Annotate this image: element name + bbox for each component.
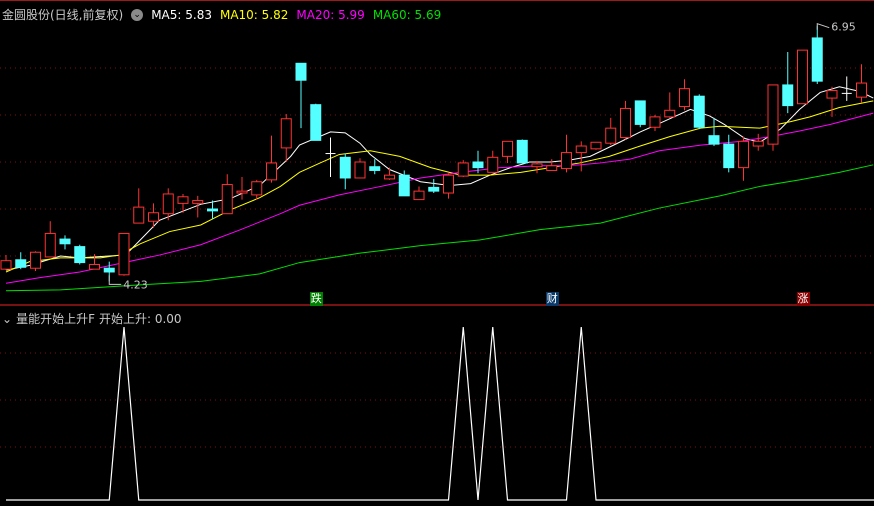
marker-cai[interactable]: 财 (545, 292, 559, 306)
candle-body (162, 193, 174, 215)
ma10-label: MA10: 5.82 (219, 7, 289, 22)
candle-body (738, 140, 749, 169)
candle-body (826, 90, 838, 99)
candle-body (74, 246, 86, 264)
candle-body (354, 161, 366, 179)
ma5-label: MA5: 5.83 (151, 7, 212, 22)
candle-body (266, 162, 277, 181)
candle-body (649, 116, 661, 128)
candle-body (443, 174, 454, 194)
candle-body (295, 62, 307, 81)
candle-body (693, 95, 705, 128)
candle-body (221, 184, 233, 215)
candle-body (634, 100, 646, 125)
candle-body (708, 135, 720, 145)
indicator-value: 开始上升: 0.00 (98, 312, 182, 326)
candle-body (398, 174, 410, 197)
candle-body (502, 140, 513, 157)
candle-body (605, 127, 617, 144)
low-price-label: 4.23 (123, 278, 148, 291)
candle-body (44, 232, 56, 258)
candle-body (487, 156, 499, 173)
candle-body (413, 190, 425, 201)
candle-body (856, 82, 867, 98)
candle-body (516, 139, 528, 164)
candle-body (207, 208, 218, 212)
candle-body (118, 232, 130, 276)
candle-body (457, 162, 469, 177)
chevron-down-icon[interactable]: ⌄ (131, 8, 144, 21)
candle-body (531, 163, 543, 168)
candle-body (59, 238, 71, 245)
candle-body (546, 165, 558, 171)
indicator-title: 量能开始上升F (16, 312, 95, 326)
candle-body (767, 84, 779, 145)
candle-body (723, 143, 735, 169)
candle-body (561, 152, 572, 170)
candle-body (590, 141, 602, 150)
candle-body (251, 181, 263, 196)
candle-body (177, 196, 189, 204)
candle-body (664, 109, 676, 118)
candle-body (782, 84, 794, 107)
main-chart-header: 金圆股份(日线,前复权) ⌄ MA5: 5.83 MA10: 5.82 MA20… (2, 6, 445, 23)
ma20-label: MA20: 5.99 (296, 7, 365, 22)
high-pointer (816, 23, 830, 30)
low-pointer (108, 275, 122, 285)
candle-body (133, 206, 145, 224)
candle-body (89, 263, 100, 270)
candle-body (15, 259, 27, 268)
candle-body (384, 174, 395, 180)
candle-body (310, 104, 322, 141)
candle-body (752, 140, 764, 147)
candle-body (192, 200, 204, 204)
candle-body (620, 107, 631, 139)
candle-body (280, 118, 292, 149)
candle-body (811, 37, 823, 82)
chevron-down-icon[interactable]: ⌄ (2, 312, 12, 326)
stock-chart-window: 4.23 6.95 金圆股份(日线,前复权) ⌄ MA5: 5.83 MA10: … (0, 0, 874, 506)
high-price-label: 6.95 (831, 21, 856, 34)
candle-body (797, 49, 808, 105)
candle-body (369, 166, 381, 171)
ma60-label: MA60: 5.69 (372, 7, 442, 22)
kline-chart[interactable]: 4.23 6.95 (0, 0, 874, 506)
marker-die[interactable]: 跌 (309, 292, 323, 306)
ma-line-ma10 (5, 100, 874, 273)
candle-body (30, 251, 41, 269)
candle-body (103, 267, 115, 273)
candle-body (236, 190, 248, 194)
stock-title: 金圆股份(日线,前复权) (2, 8, 124, 22)
marker-zhang[interactable]: 涨 (796, 292, 810, 306)
candle-body (0, 260, 12, 270)
candle-body (339, 156, 351, 179)
indicator-header: ⌄ 量能开始上升F 开始上升: 0.00 (2, 310, 182, 327)
candle-body (148, 212, 159, 222)
candle-body (428, 186, 440, 192)
candle-body (472, 161, 484, 169)
candle-body (679, 88, 690, 108)
candle-body (575, 145, 587, 154)
